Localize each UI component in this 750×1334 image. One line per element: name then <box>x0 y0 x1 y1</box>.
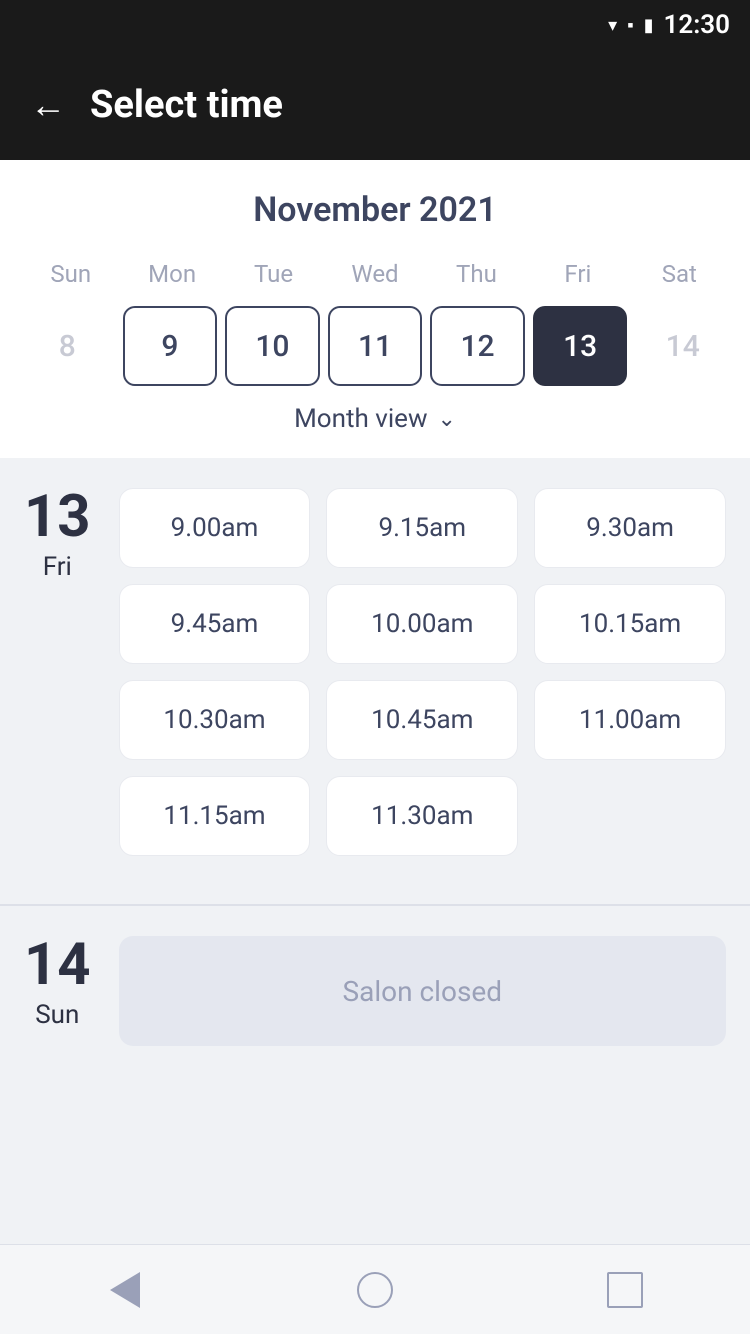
day-number-13: 13 <box>24 488 91 546</box>
weekday-sun: Sun <box>20 254 121 294</box>
bottom-navigation <box>0 1244 750 1334</box>
time-slot-1030am[interactable]: 10.30am <box>119 680 311 760</box>
month-year-label: November 2021 <box>20 190 730 230</box>
day-9[interactable]: 9 <box>123 306 218 386</box>
closed-content: 14 Sun Salon closed <box>24 936 726 1046</box>
time-slot-1115am[interactable]: 11.15am <box>119 776 311 856</box>
weekday-sat: Sat <box>629 254 730 294</box>
time-slot-945am[interactable]: 9.45am <box>119 584 311 664</box>
recent-nav-icon <box>607 1272 643 1308</box>
weekday-wed: Wed <box>324 254 425 294</box>
time-slot-900am[interactable]: 9.00am <box>119 488 311 568</box>
salon-closed-message: Salon closed <box>119 936 726 1046</box>
calendar-section: November 2021 Sun Mon Tue Wed Thu Fri Sa… <box>0 160 750 458</box>
time-slot-915am[interactable]: 9.15am <box>326 488 518 568</box>
day-10[interactable]: 10 <box>225 306 320 386</box>
status-time: 12:30 <box>664 10 731 40</box>
day-8[interactable]: 8 <box>20 306 115 386</box>
time-section-14: 14 Sun Salon closed <box>0 906 750 1086</box>
signal-icon: ▪ <box>627 15 633 36</box>
month-view-label: Month view <box>294 404 427 434</box>
time-slot-1045am[interactable]: 10.45am <box>326 680 518 760</box>
month-view-toggle[interactable]: Month view ⌄ <box>20 386 730 438</box>
back-button[interactable]: ← <box>30 87 66 123</box>
time-slot-1015am[interactable]: 10.15am <box>534 584 726 664</box>
home-nav-icon <box>357 1272 393 1308</box>
battery-icon: ▮ <box>644 15 654 36</box>
weekday-mon: Mon <box>121 254 222 294</box>
time-slot-930am[interactable]: 9.30am <box>534 488 726 568</box>
day-label-row-13: 13 Fri 9.00am 9.15am 9.30am 9.45am 10.00… <box>24 488 726 856</box>
app-header: ← Select time <box>0 50 750 160</box>
nav-recent-button[interactable] <box>600 1265 650 1315</box>
status-icons: ▾ ▪ ▮ 12:30 <box>608 10 730 40</box>
day-name-14: Sun <box>35 1000 79 1030</box>
day-name-13: Fri <box>43 552 72 582</box>
page-title: Select time <box>90 83 283 127</box>
day-info-14: 14 Sun <box>24 936 91 1030</box>
nav-home-button[interactable] <box>350 1265 400 1315</box>
weekday-fri: Fri <box>527 254 628 294</box>
wifi-icon: ▾ <box>608 15 617 36</box>
day-11[interactable]: 11 <box>328 306 423 386</box>
day-number-14: 14 <box>24 936 91 994</box>
weekday-thu: Thu <box>426 254 527 294</box>
nav-back-button[interactable] <box>100 1265 150 1315</box>
day-info-13: 13 Fri <box>24 488 91 582</box>
chevron-down-icon: ⌄ <box>437 407 455 432</box>
time-slot-1100am[interactable]: 11.00am <box>534 680 726 760</box>
weekday-tue: Tue <box>223 254 324 294</box>
weekday-headers: Sun Mon Tue Wed Thu Fri Sat <box>20 254 730 294</box>
calendar-days-row: 8 9 10 11 12 13 14 <box>20 306 730 386</box>
time-slots-grid-13: 9.00am 9.15am 9.30am 9.45am 10.00am 10.1… <box>119 488 726 856</box>
status-bar: ▾ ▪ ▮ 12:30 <box>0 0 750 50</box>
back-nav-icon <box>110 1272 140 1308</box>
day-14[interactable]: 14 <box>635 306 730 386</box>
time-slot-1130am[interactable]: 11.30am <box>326 776 518 856</box>
time-slot-1000am[interactable]: 10.00am <box>326 584 518 664</box>
time-section-13: 13 Fri 9.00am 9.15am 9.30am 9.45am 10.00… <box>0 458 750 904</box>
day-13[interactable]: 13 <box>533 306 628 386</box>
day-12[interactable]: 12 <box>430 306 525 386</box>
